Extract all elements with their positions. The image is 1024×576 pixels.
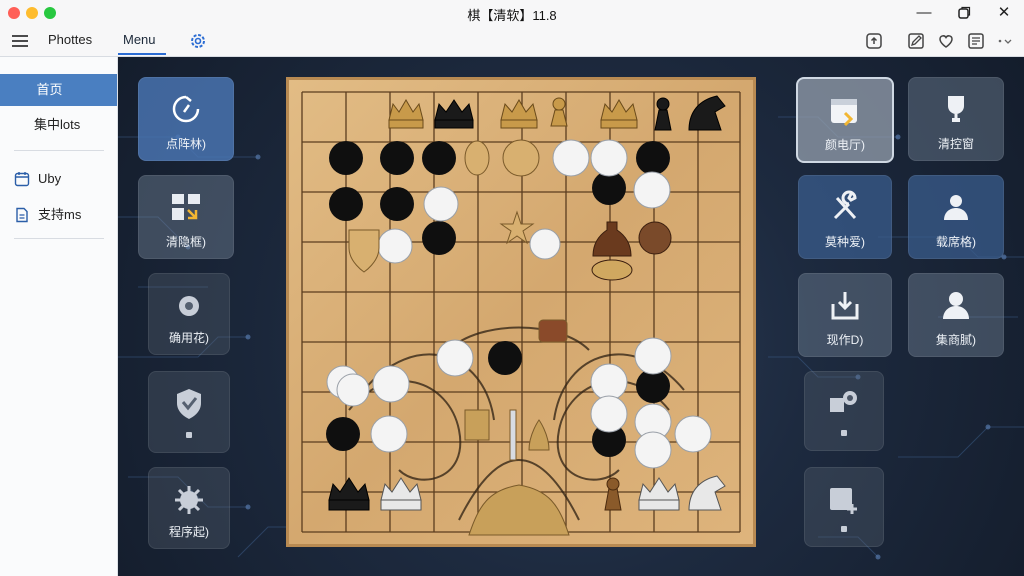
tile-label: 程序起)	[169, 525, 209, 539]
minimize-icon[interactable]: —	[912, 3, 936, 23]
tile-label: 颜电厅)	[825, 138, 865, 152]
download-icon	[831, 292, 859, 320]
tile-calendar[interactable]: 颜电厅)	[796, 77, 894, 163]
tile-label: 清隐框)	[166, 235, 206, 249]
menu-icon[interactable]	[10, 31, 30, 51]
tile-calendar-add[interactable]	[804, 467, 884, 547]
tile-shield[interactable]	[148, 371, 230, 453]
window-title: 棋【清软】11.8	[467, 8, 557, 23]
tile-label: 现作D)	[826, 333, 864, 347]
user-icon	[943, 292, 969, 319]
gear-icon	[175, 486, 203, 514]
close-icon[interactable]: ✕	[992, 3, 1016, 23]
sidebar-item-uby[interactable]: Uby	[0, 163, 117, 195]
sidebar: 首页 集中lots Uby 支持ms	[0, 57, 118, 576]
sidebar-item-label: 首页	[36, 82, 63, 97]
tile-tools[interactable]: 莫种爱)	[798, 175, 892, 259]
tile-label: 确用花)	[169, 331, 209, 345]
tile-label: 清控窗	[937, 137, 974, 151]
sidebar-item-label: 集中lots	[34, 117, 81, 132]
calendar-add-icon	[830, 488, 857, 514]
tools-icon	[833, 190, 857, 220]
trophy-icon	[948, 96, 964, 122]
toolbar: Phottes Menu	[0, 26, 1024, 57]
user-group-icon	[944, 195, 968, 220]
sidebar-divider	[14, 238, 104, 239]
active-tab-indicator	[118, 53, 166, 55]
pieces	[326, 95, 726, 511]
sidebar-item-label: Uby	[38, 171, 62, 186]
tile-indicator	[841, 430, 847, 436]
tile-trophy[interactable]: 清控窗	[908, 77, 1004, 161]
sidebar-item-support[interactable]: 支持ms	[0, 199, 117, 231]
more-icon[interactable]	[994, 31, 1014, 51]
edit-icon[interactable]	[906, 31, 926, 51]
settings-icon	[830, 391, 857, 412]
chess-go-board[interactable]	[286, 77, 756, 547]
tile-download[interactable]: 现作D)	[798, 273, 892, 357]
gear-icon[interactable]	[188, 31, 208, 51]
tile-settings-right[interactable]	[804, 371, 884, 451]
timer-icon	[172, 95, 200, 123]
grid-icon	[172, 194, 200, 220]
tile-grid[interactable]: 清隐框)	[138, 175, 234, 259]
calendar-icon	[831, 99, 857, 127]
toolbar-item-phottes[interactable]: Phottes	[48, 32, 92, 47]
restore-icon[interactable]	[952, 3, 976, 23]
document-icon	[16, 207, 28, 223]
tile-indicator	[186, 432, 192, 438]
tile-label: 点阵林)	[166, 137, 206, 151]
tile-program[interactable]: 程序起)	[148, 467, 230, 549]
tile-settings[interactable]: 确用花)	[148, 273, 230, 355]
tile-label: 集商腻)	[936, 333, 976, 347]
tile-timer[interactable]: 点阵林)	[138, 77, 234, 161]
sidebar-item-collection[interactable]: 集中lots	[0, 109, 117, 141]
export-icon[interactable]	[864, 31, 884, 51]
sidebar-item-home[interactable]: 首页	[0, 74, 117, 106]
sidebar-item-label: 支持ms	[38, 207, 82, 222]
shield-icon	[177, 389, 201, 419]
board-graphic	[301, 91, 741, 536]
main-content: 点阵林) 清隐框) 确用花) 程序起) 颜电厅) 清控窗 莫种爱) 载席格) 现…	[118, 57, 1024, 576]
heart-icon[interactable]	[936, 31, 956, 51]
toolbar-item-menu[interactable]: Menu	[123, 32, 156, 47]
tile-user[interactable]: 集商腻)	[908, 273, 1004, 357]
tile-label: 载席格)	[936, 235, 976, 249]
calendar-icon	[14, 172, 30, 187]
tile-user-group[interactable]: 载席格)	[908, 175, 1004, 259]
tile-label: 莫种爱)	[825, 235, 865, 249]
gear-icon	[179, 296, 199, 316]
sidebar-divider	[14, 150, 104, 151]
title-bar: 棋【清软】11.8 — ✕	[0, 0, 1024, 26]
tile-indicator	[841, 526, 847, 532]
list-icon[interactable]	[966, 31, 986, 51]
